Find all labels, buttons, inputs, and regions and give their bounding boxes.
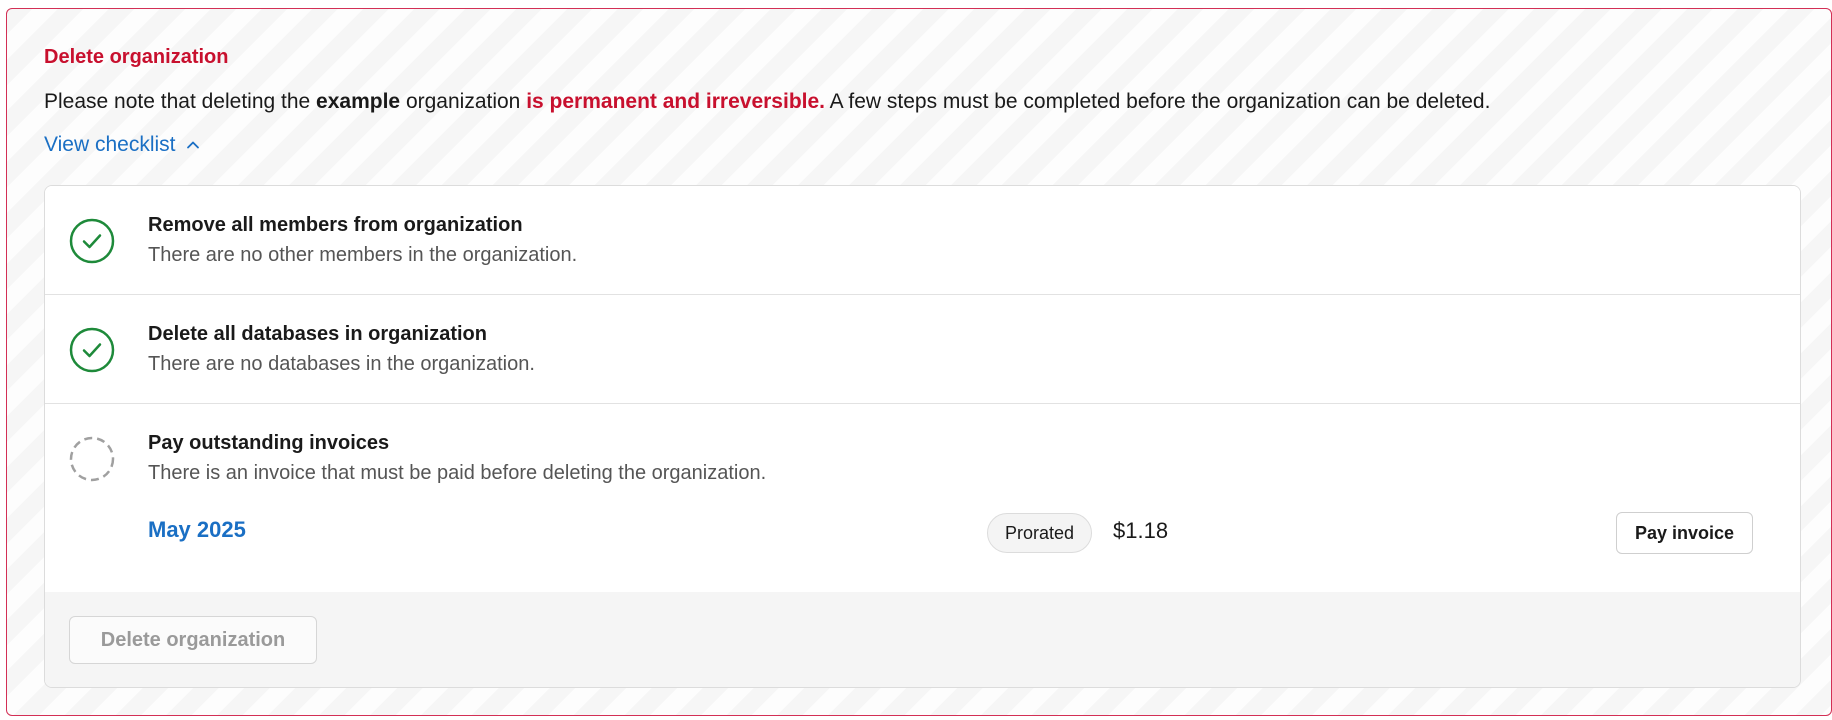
chevron-up-icon bbox=[186, 141, 199, 149]
prorated-badge: Prorated bbox=[987, 513, 1093, 553]
invoice-period-link[interactable]: May 2025 bbox=[148, 517, 246, 543]
view-checklist-toggle[interactable]: View checklist bbox=[44, 133, 200, 157]
checklist-card: Remove all members from organization The… bbox=[44, 185, 1801, 688]
check-circle-icon bbox=[69, 327, 115, 373]
checklist-item-title: Remove all members from organization bbox=[148, 214, 523, 236]
checklist-footer: Delete organization bbox=[45, 592, 1800, 687]
checklist-item-description: There are no databases in the organizati… bbox=[148, 353, 535, 375]
checklist-item: Pay outstanding invoices There is an inv… bbox=[45, 404, 1800, 592]
checklist-item-description: There is an invoice that must be paid be… bbox=[148, 462, 767, 484]
invoice-amount: $1.18 bbox=[1113, 518, 1169, 543]
org-name: example bbox=[316, 90, 401, 113]
note-middle: organization bbox=[400, 90, 527, 113]
checklist-item-title: Pay outstanding invoices bbox=[148, 432, 390, 454]
delete-organization-button[interactable]: Delete organization bbox=[69, 616, 317, 664]
warning-note: Please note that deleting the example or… bbox=[44, 90, 1490, 114]
checklist-item: Remove all members from organization The… bbox=[45, 186, 1800, 295]
note-danger: is permanent and irreversible. bbox=[526, 90, 825, 113]
dashed-circle-icon bbox=[69, 436, 115, 482]
section-title: Delete organization bbox=[44, 46, 229, 68]
checklist-item: Delete all databases in organization The… bbox=[45, 295, 1800, 404]
check-circle-icon bbox=[69, 218, 115, 264]
delete-organization-panel: Delete organization Please note that del… bbox=[6, 8, 1832, 716]
checklist-item-description: There are no other members in the organi… bbox=[148, 244, 578, 266]
note-prefix: Please note that deleting the bbox=[44, 90, 317, 113]
note-suffix: A few steps must be completed before the… bbox=[825, 90, 1491, 113]
view-checklist-label: View checklist bbox=[44, 133, 176, 156]
checklist-item-title: Delete all databases in organization bbox=[148, 323, 487, 345]
pay-invoice-button[interactable]: Pay invoice bbox=[1616, 512, 1753, 554]
